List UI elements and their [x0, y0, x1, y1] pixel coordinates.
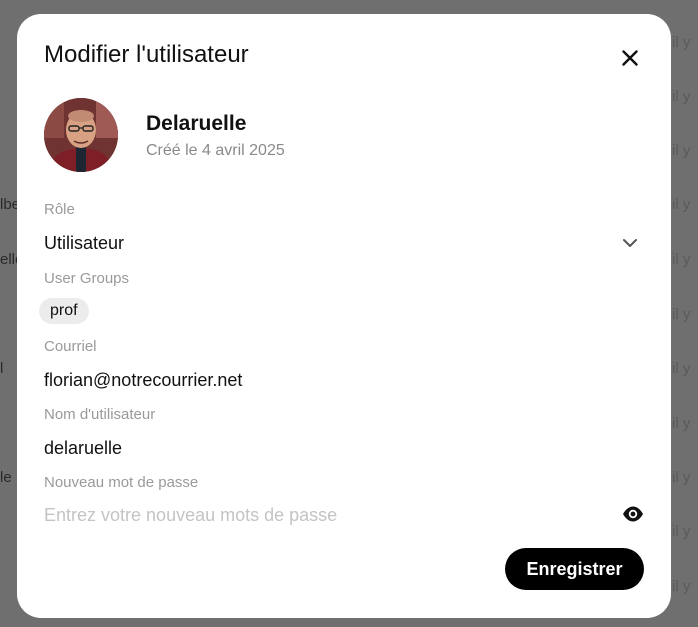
eye-icon[interactable]	[622, 505, 644, 523]
edit-user-modal: Modifier l'utilisateur Delaruelle Créé l…	[17, 14, 671, 618]
background-text: l	[0, 360, 4, 377]
background-text: il y	[672, 251, 691, 268]
new-password-label: Nouveau mot de passe	[44, 474, 199, 491]
user-name: Delaruelle	[146, 112, 247, 135]
background-text: il y	[672, 469, 691, 486]
avatar	[44, 98, 118, 172]
background-text: il y	[672, 415, 691, 432]
background-text: il y	[672, 142, 691, 159]
background-text: il y	[672, 523, 691, 540]
new-password-input[interactable]	[44, 502, 604, 528]
user-groups-label: User Groups	[44, 270, 130, 287]
email-label: Courriel	[44, 338, 97, 355]
background-text: il y	[672, 34, 691, 51]
save-button[interactable]: Enregistrer	[505, 548, 644, 590]
role-value: Utilisateur	[44, 233, 125, 253]
background-text: le	[0, 469, 12, 486]
close-button[interactable]	[616, 44, 644, 72]
role-select[interactable]: Utilisateur	[44, 233, 638, 254]
username-field[interactable]: delaruelle	[44, 438, 122, 459]
role-label: Rôle	[44, 201, 75, 218]
background-text: il y	[672, 360, 691, 377]
group-chip[interactable]: prof	[39, 298, 89, 324]
close-icon	[622, 50, 638, 66]
chevron-down-icon[interactable]	[621, 236, 639, 250]
background-text: il y	[672, 578, 691, 595]
background-text: il y	[672, 196, 691, 213]
email-field[interactable]: florian@notrecourrier.net	[44, 370, 242, 391]
user-created-date: Créé le 4 avril 2025	[146, 142, 285, 159]
background-text: il y	[672, 88, 691, 105]
modal-title: Modifier l'utilisateur	[44, 41, 249, 68]
username-label: Nom d'utilisateur	[44, 406, 156, 423]
background-text: il y	[672, 306, 691, 323]
